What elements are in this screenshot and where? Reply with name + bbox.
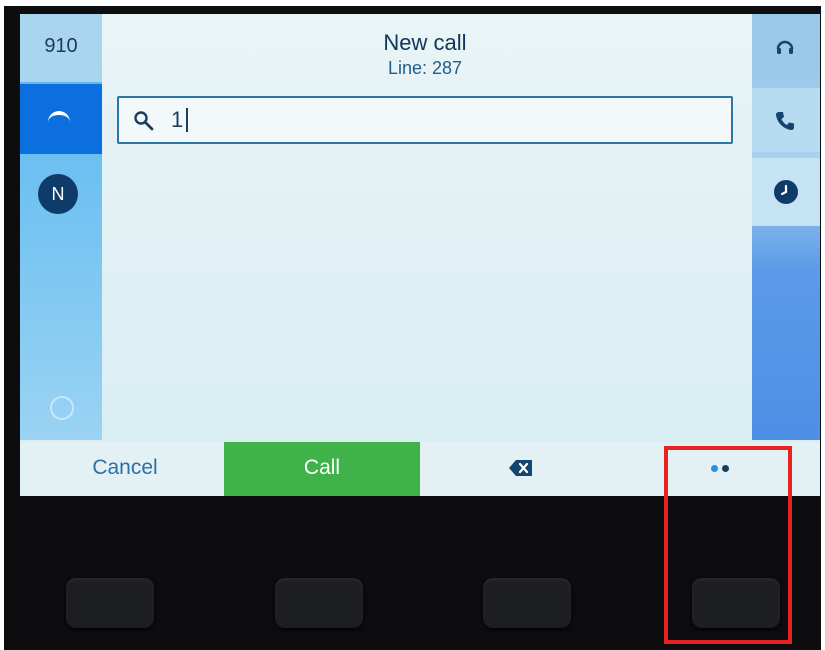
phone-key[interactable] bbox=[752, 88, 820, 152]
line-key-910[interactable]: 910 bbox=[20, 14, 102, 82]
call-softkey[interactable]: Call bbox=[224, 442, 420, 496]
right-sidebar bbox=[752, 14, 820, 440]
active-line-key[interactable] bbox=[20, 84, 102, 154]
line-label: Line: 287 bbox=[387, 58, 463, 78]
phone-icon bbox=[776, 112, 794, 130]
dial-input-value: 1 bbox=[171, 107, 184, 132]
phone-screen: 910 N New call Line: 287 1 Cancel Call bbox=[20, 14, 820, 496]
physical-softkey-2[interactable] bbox=[275, 578, 363, 628]
cancel-label: Cancel bbox=[92, 456, 158, 479]
line-number-label: 910 bbox=[44, 35, 78, 57]
cancel-softkey[interactable]: Cancel bbox=[40, 442, 210, 496]
contact-avatar[interactable]: N bbox=[38, 174, 78, 214]
backspace-softkey[interactable] bbox=[490, 442, 552, 496]
avatar-letter: N bbox=[51, 184, 65, 204]
faint-status-icon bbox=[50, 396, 74, 420]
clock-icon bbox=[774, 180, 798, 204]
physical-softkey-3[interactable] bbox=[483, 578, 571, 628]
search-icon bbox=[134, 111, 154, 131]
headset-key[interactable] bbox=[752, 14, 820, 78]
screen-title: New call bbox=[383, 30, 467, 55]
dial-input[interactable]: 1 bbox=[117, 96, 733, 144]
text-caret bbox=[186, 108, 188, 132]
highlight-box bbox=[664, 446, 792, 644]
handset-icon bbox=[48, 111, 70, 127]
left-sidebar: 910 N bbox=[20, 14, 102, 440]
physical-softkey-1[interactable] bbox=[66, 578, 154, 628]
recents-key[interactable] bbox=[752, 158, 820, 226]
call-label: Call bbox=[303, 456, 341, 479]
backspace-icon bbox=[509, 460, 532, 477]
headset-icon bbox=[776, 40, 794, 54]
